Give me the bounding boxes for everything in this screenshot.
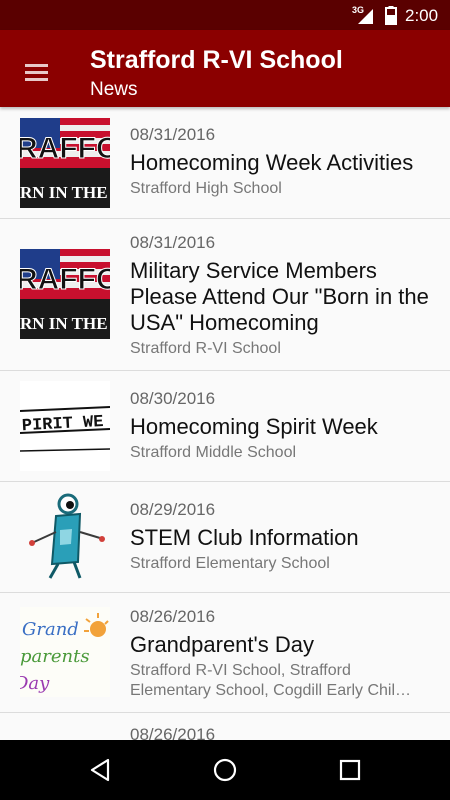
app-title: Strafford R-VI School — [90, 46, 343, 74]
news-date: 08/26/2016 — [130, 725, 216, 740]
news-source: Strafford R-VI School, Strafford Element… — [130, 662, 411, 699]
menu-icon[interactable] — [16, 56, 56, 88]
news-item[interactable]: 08/26/2016 — [0, 713, 450, 740]
news-date: 08/31/2016 — [130, 233, 216, 252]
news-title: STEM Club Information — [130, 525, 359, 550]
news-source: Strafford Elementary School — [130, 555, 330, 572]
news-item[interactable]: 08/29/2016 STEM Club Information Straffo… — [0, 482, 450, 593]
news-item[interactable]: RAFFO RN IN THE U 08/31/2016 Homecoming … — [0, 107, 450, 219]
news-item[interactable]: RAFFO RN IN THE U 08/31/2016 Military Se… — [0, 219, 450, 371]
navigation-bar — [0, 740, 450, 800]
news-item[interactable]: PIRIT WE 08/30/2016 Homecoming Spirit We… — [0, 371, 450, 482]
battery-icon — [385, 6, 397, 25]
born-in-the-usa-thumbnail: RAFFO RN IN THE U — [20, 118, 110, 208]
news-title: Homecoming Spirit Week — [130, 414, 378, 439]
day-thumb-text: Day — [20, 673, 50, 694]
news-list[interactable]: RAFFO RN IN THE U 08/31/2016 Homecoming … — [0, 107, 450, 740]
home-icon[interactable] — [205, 752, 245, 788]
spirit-week-thumbnail: PIRIT WE — [20, 381, 110, 471]
status-bar: 3G 2:00 — [0, 0, 450, 30]
news-title: Grandparent's Day — [130, 632, 314, 657]
news-date: 08/30/2016 — [130, 389, 216, 408]
news-source: Strafford Middle School — [130, 444, 297, 461]
app-bar: Strafford R-VI School News — [0, 30, 450, 107]
news-item[interactable]: Grand parents Day 08/26/2016 Grandparent… — [0, 593, 450, 713]
back-icon[interactable] — [80, 752, 120, 788]
robot-thumbnail — [20, 492, 110, 582]
news-title: Homecoming Week Activities — [130, 150, 414, 175]
rafford-thumb-text: RAFFO — [20, 263, 110, 296]
signal-icon — [358, 9, 373, 24]
news-date: 08/29/2016 — [130, 500, 216, 519]
news-source: Strafford R-VI School — [130, 340, 281, 357]
app-subtitle: News — [90, 79, 138, 100]
born-in-the-usa-thumbnail: RAFFO RN IN THE U — [20, 249, 110, 339]
recents-icon[interactable] — [330, 752, 370, 788]
grandparents-day-thumbnail: Grand parents Day — [20, 607, 110, 697]
clock: 2:00 — [405, 6, 439, 25]
rafford-thumb-text: RAFFO — [20, 132, 110, 165]
born-thumb-text: RN IN THE U — [20, 183, 110, 202]
grand-thumb-text: Grand — [22, 619, 79, 640]
born-thumb-text: RN IN THE U — [20, 314, 110, 333]
news-title: Military Service Members Please Attend O… — [130, 258, 429, 335]
news-date: 08/26/2016 — [130, 607, 216, 626]
news-source: Strafford High School — [130, 180, 282, 197]
news-date: 08/31/2016 — [130, 125, 216, 144]
parents-thumb-text: parents — [20, 646, 90, 667]
